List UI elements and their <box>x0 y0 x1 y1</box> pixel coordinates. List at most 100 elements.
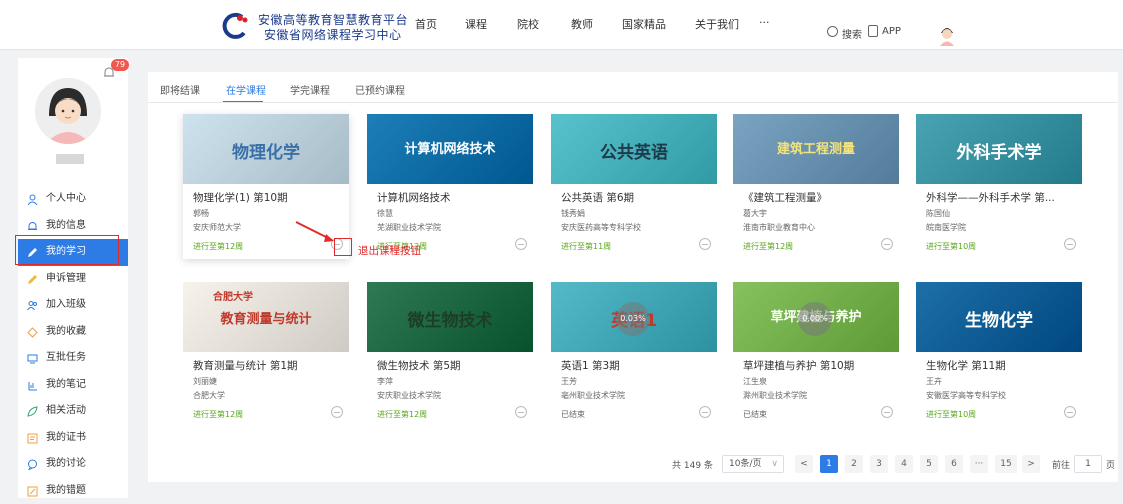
course-title[interactable]: 公共英语 第6期 <box>561 190 711 205</box>
course-thumbnail[interactable]: 教育测量与统计合肥大学 <box>183 282 349 352</box>
course-card[interactable]: 外科手术学外科学——外科手术学 第...陈国仙皖南医学院进行至第10周 <box>916 114 1082 259</box>
sidebar-item-my-certificates[interactable]: 我的证书 <box>18 425 128 452</box>
course-thumbnail[interactable]: 物理化学 <box>183 114 349 184</box>
page-button-15[interactable]: 15 <box>995 455 1017 473</box>
leaf-icon <box>27 406 38 417</box>
sidebar-item-related-activities[interactable]: 相关活动 <box>18 398 128 425</box>
next-page-button[interactable]: > <box>1022 455 1040 473</box>
page-button-6[interactable]: 6 <box>945 455 963 473</box>
course-thumbnail[interactable]: 计算机网络技术 <box>367 114 533 184</box>
chevron-down-icon: ∨ <box>771 456 778 472</box>
course-title[interactable]: 英语1 第3期 <box>561 358 711 373</box>
course-card[interactable]: 教育测量与统计合肥大学教育测量与统计 第1期刘丽婕合肥大学进行至第12周 <box>183 282 349 427</box>
sidebar-item-label: 我的信息 <box>46 220 86 231</box>
page-button-4[interactable]: 4 <box>895 455 913 473</box>
course-status: 进行至第11周 <box>561 241 611 252</box>
site-logo[interactable]: 安徽高等教育智慧教育平台 安徽省网络课程学习中心 <box>220 9 400 43</box>
quit-course-icon[interactable] <box>699 406 711 418</box>
course-title[interactable]: 外科学——外科手术学 第... <box>926 190 1076 205</box>
quit-course-icon[interactable] <box>1064 238 1076 250</box>
nav-about-us[interactable]: 关于我们 <box>695 16 739 34</box>
quit-course-icon[interactable] <box>515 406 527 418</box>
course-card[interactable]: 公共英语公共英语 第6期钱秀娟安庆医药高等专科学校进行至第11周 <box>551 114 717 259</box>
tab-reserved-courses[interactable]: 已预约课程 <box>355 82 405 97</box>
sidebar-item-label: 申诉管理 <box>46 273 86 284</box>
course-thumbnail[interactable]: 草坪建植与养护0.00% <box>733 282 899 352</box>
username-placeholder <box>56 154 84 164</box>
course-title[interactable]: 生物化学 第11期 <box>926 358 1076 373</box>
page-size-select[interactable]: 10条/页∨ <box>722 455 784 473</box>
sidebar-item-join-class[interactable]: 加入班级 <box>18 292 128 319</box>
sidebar-menu: 个人中心 我的信息 我的学习 申诉管理 加入班级 我的收藏 互批任务 我的笔记 <box>18 186 128 504</box>
course-school: 安庆医药高等专科学校 <box>561 222 641 233</box>
edit-icon <box>27 486 38 497</box>
sidebar-item-my-discussions[interactable]: 我的讨论 <box>18 451 128 478</box>
page-button-1[interactable]: 1 <box>820 455 838 473</box>
page-button-2[interactable]: 2 <box>845 455 863 473</box>
page-ellipsis[interactable]: ··· <box>970 455 988 473</box>
course-school: 合肥大学 <box>193 390 225 401</box>
course-card[interactable]: 草坪建植与养护0.00%草坪建植与养护 第10期江生泉滁州职业技术学院已结束 <box>733 282 899 427</box>
page-button-3[interactable]: 3 <box>870 455 888 473</box>
thumbnail-title: 建筑工程测量 <box>733 138 899 157</box>
sidebar-item-personal-center[interactable]: 个人中心 <box>18 186 128 213</box>
tab-ending-soon[interactable]: 即将结课 <box>160 82 200 97</box>
sidebar-item-my-mistakes[interactable]: 我的错题 <box>18 478 128 504</box>
course-thumbnail[interactable]: 英语10.03% <box>551 282 717 352</box>
nav-more[interactable]: ··· <box>759 16 770 34</box>
course-title[interactable]: 草坪建植与养护 第10期 <box>743 358 893 373</box>
header-avatar[interactable] <box>938 24 956 46</box>
quit-course-icon[interactable] <box>1064 406 1076 418</box>
course-card[interactable]: 计算机网络技术计算机网络技术徐慧芜湖职业技术学院进行至第12周 <box>367 114 533 259</box>
user-avatar[interactable] <box>35 78 101 144</box>
nav-national-quality[interactable]: 国家精品 <box>622 16 666 34</box>
quit-course-icon[interactable] <box>515 238 527 250</box>
course-title[interactable]: 教育测量与统计 第1期 <box>193 358 343 373</box>
thumbnail-title: 微生物技术 <box>367 306 533 331</box>
tab-finished-courses[interactable]: 学完课程 <box>290 82 330 97</box>
course-thumbnail[interactable]: 建筑工程测量 <box>733 114 899 184</box>
thumbnail-title: 公共英语 <box>551 138 717 163</box>
sidebar-item-my-favorites[interactable]: 我的收藏 <box>18 319 128 346</box>
sidebar-item-my-notes[interactable]: 我的笔记 <box>18 372 128 399</box>
tab-current-courses[interactable]: 在学课程 <box>226 82 266 97</box>
sidebar-item-appeal-management[interactable]: 申诉管理 <box>18 266 128 293</box>
quit-course-icon[interactable] <box>881 406 893 418</box>
course-title[interactable]: 计算机网络技术 <box>377 190 527 205</box>
logo-subtitle: 安徽省网络课程学习中心 <box>264 26 402 43</box>
course-card[interactable]: 建筑工程测量《建筑工程测量》葛大宇淮南市职业教育中心进行至第12周 <box>733 114 899 259</box>
course-title[interactable]: 《建筑工程测量》 <box>743 190 893 205</box>
quit-course-icon[interactable] <box>331 406 343 418</box>
quit-course-icon[interactable] <box>881 238 893 250</box>
course-title[interactable]: 微生物技术 第5期 <box>377 358 527 373</box>
page-button-5[interactable]: 5 <box>920 455 938 473</box>
nav-teachers[interactable]: 教师 <box>571 16 593 34</box>
course-teacher: 江生泉 <box>743 376 767 387</box>
nav-courses[interactable]: 课程 <box>465 16 487 34</box>
prev-page-button[interactable]: < <box>795 455 813 473</box>
course-title[interactable]: 物理化学(1) 第10期 <box>193 190 343 205</box>
top-header: 安徽高等教育智慧教育平台 安徽省网络课程学习中心 首页 课程 院校 教师 国家精… <box>0 0 1123 50</box>
course-teacher: 陈国仙 <box>926 208 950 219</box>
nav-home[interactable]: 首页 <box>415 16 437 34</box>
course-thumbnail[interactable]: 生物化学 <box>916 282 1082 352</box>
mobile-app-icon[interactable] <box>868 25 878 37</box>
app-link[interactable]: APP <box>882 26 901 37</box>
thumbnail-title: 外科手术学 <box>916 138 1082 163</box>
course-card[interactable]: 微生物技术微生物技术 第5期李萍安庆职业技术学院进行至第12周 <box>367 282 533 427</box>
goto-suffix: 页 <box>1106 458 1115 476</box>
goto-page-input[interactable]: 1 <box>1074 455 1102 473</box>
search-icon[interactable] <box>827 26 838 37</box>
course-school: 亳州职业技术学院 <box>561 390 625 401</box>
nav-schools[interactable]: 院校 <box>517 16 539 34</box>
sidebar-item-peer-review[interactable]: 互批任务 <box>18 345 128 372</box>
course-school: 淮南市职业教育中心 <box>743 222 815 233</box>
search-link[interactable]: 搜索 <box>842 26 862 41</box>
course-thumbnail[interactable]: 外科手术学 <box>916 114 1082 184</box>
course-card[interactable]: 生物化学生物化学 第11期王卉安徽医学高等专科学校进行至第10周 <box>916 282 1082 427</box>
course-thumbnail[interactable]: 公共英语 <box>551 114 717 184</box>
quit-course-icon[interactable] <box>699 238 711 250</box>
course-card[interactable]: 英语10.03%英语1 第3期王芳亳州职业技术学院已结束 <box>551 282 717 427</box>
annotation-quit-course: 退出课程按钮 <box>358 243 421 258</box>
course-thumbnail[interactable]: 微生物技术 <box>367 282 533 352</box>
